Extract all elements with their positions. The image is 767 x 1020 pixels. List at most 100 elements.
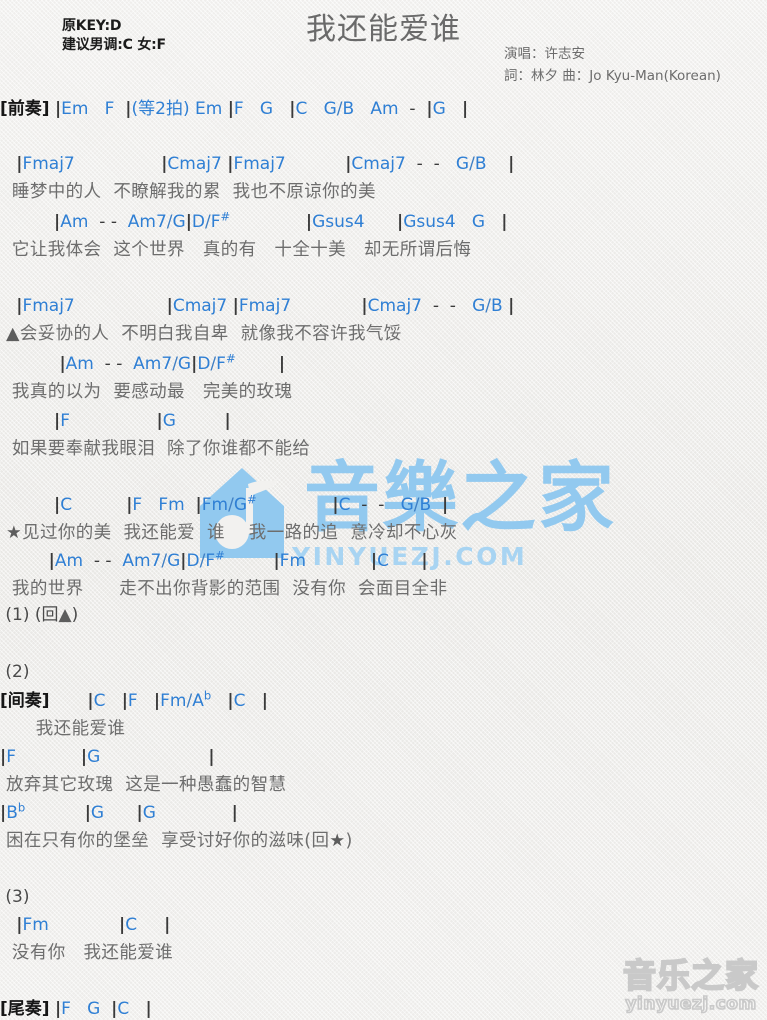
chord-line: |F |G | — [54, 411, 231, 431]
measure-bar: | — [126, 495, 133, 515]
lyric-line: 困在只有你的堡垒 享受讨好你的滋味(回★) — [0, 831, 353, 851]
lyric-line: 如果要奉献我眼泪 除了你谁都不能给 — [0, 439, 311, 459]
repeat-marker-icon: ★ — [5, 523, 23, 543]
measure-bar: | — [227, 154, 234, 174]
beat-dash: - — [104, 354, 111, 374]
measure-bar: | — [278, 354, 286, 374]
measure-bar: | — [361, 296, 368, 316]
chord-sheet: 原KEY:D 建议男调:C 女:F 我还能爱谁 演唱：许志安 詞：林夕 曲：Jo… — [0, 0, 767, 1020]
measure-bar: | — [227, 691, 234, 711]
measure-bar: | — [227, 99, 234, 119]
section-label: [间奏] — [0, 691, 50, 711]
measure-bar: | — [397, 212, 404, 232]
slash-chord-divider: / — [166, 212, 173, 232]
measure-bar: | — [54, 411, 61, 431]
measure-bar: | — [80, 747, 88, 767]
chord-line: |Fmaj7 |Cmaj7 |Fmaj7 |Cmaj7 - - G/B | — [16, 154, 515, 174]
measure-bar: | — [191, 354, 198, 374]
repeat-marker-icon: ▲ — [58, 605, 72, 625]
measure-bar: | — [273, 551, 280, 571]
measure-bar: | — [426, 99, 433, 119]
measure-bar: | — [0, 803, 7, 823]
chord-line: |Fmaj7 |Cmaj7 |Fmaj7 |Cmaj7 - - G/B | — [16, 296, 515, 316]
measure-bar: | — [180, 551, 187, 571]
measure-bar: | — [231, 803, 238, 823]
measure-bar: | — [161, 154, 168, 174]
beat-dash: - — [433, 154, 440, 174]
measure-bar: | — [54, 495, 61, 515]
chord-line: |Fm |C | — [16, 915, 171, 935]
measure-bar: | — [136, 803, 143, 823]
lyric-line: 它让我体会 这个世界 真的有 十全十美 却无所谓后悔 — [0, 240, 472, 260]
chord-line: |Am - - Am7/G|D/F# |Fm |C | — [48, 548, 428, 571]
measure-bar: | — [224, 411, 231, 431]
measure-bar: | — [461, 99, 469, 119]
chord-line: |Am - - Am7/G|D/F# | — [59, 351, 286, 374]
chord-line: |Am - - Am7/G|D/F# |Gsus4 |Gsus4 G | — [54, 209, 508, 232]
section-label: [前奏] — [0, 99, 50, 119]
sharp-accidental: # — [215, 548, 225, 563]
measure-bar: | — [16, 296, 23, 316]
measure-bar: | — [261, 691, 268, 711]
measure-bar: | — [370, 551, 378, 571]
measure-bar: | — [54, 99, 62, 119]
beat-dash: - — [449, 296, 456, 316]
measure-bar: | — [166, 296, 173, 316]
measure-bar: | — [0, 747, 7, 767]
measure-bar: | — [305, 212, 313, 232]
writer-credit: 詞：林夕 曲：Jo Kyu-Man(Korean) — [504, 68, 721, 84]
measure-bar: | — [195, 495, 202, 515]
chord-line: [间奏] |C |F |Fm/Ab |C | — [0, 688, 268, 711]
slash-chord-divider: / — [413, 495, 420, 515]
measure-bar: | — [232, 296, 239, 316]
measure-bar: | — [332, 495, 339, 515]
beat-dash: - — [99, 212, 106, 232]
flat-accidental: b — [203, 688, 212, 703]
measure-bar: | — [48, 551, 55, 571]
sharp-accidental: # — [220, 209, 231, 224]
measure-bar: | — [153, 691, 161, 711]
beat-dash: - — [432, 296, 439, 316]
chord-line: |C |F Fm |Fm/G# |C - - G/B | — [54, 492, 449, 515]
lyric-line: 睡梦中的人 不瞭解我的累 我也不原谅你的美 — [0, 182, 376, 202]
beat-dash: - — [409, 99, 416, 119]
measure-bar: | — [185, 212, 192, 232]
beat-dash: - — [378, 495, 385, 515]
measure-bar: | — [145, 999, 152, 1019]
measure-bar: | — [208, 747, 215, 767]
measure-bar: | — [125, 99, 132, 119]
lyric-line: ▲会妥协的人 不明白我自卑 就像我不容许我气馁 — [5, 324, 402, 344]
section-label: [尾奏] — [0, 999, 50, 1019]
beat-dash: - — [361, 495, 368, 515]
lyric-line: 放弃其它玫瑰 这是一种愚蠢的智慧 — [0, 775, 287, 795]
sharp-accidental: # — [247, 492, 257, 507]
singer-credit: 演唱：许志安 — [504, 46, 585, 62]
structure-marker: (3) — [0, 887, 30, 907]
measure-bar: | — [164, 915, 171, 935]
slash-chord-divider: / — [469, 154, 475, 174]
beat-dash: - — [110, 212, 117, 232]
repeat-marker-icon: ▲ — [5, 324, 20, 344]
measure-bar: | — [84, 803, 91, 823]
measure-bar: | — [441, 495, 449, 515]
repeat-marker-icon: ★ — [329, 831, 346, 851]
slash-chord-divider: / — [210, 354, 217, 374]
slash-chord-divider: / — [186, 691, 193, 711]
chord-line: [前奏] |Em F |(等2拍) Em |F G |C G/B Am - |G… — [0, 99, 469, 119]
structure-marker: (1) (回▲) — [0, 605, 79, 625]
beat-dash: - — [116, 354, 123, 374]
lyric-line: 没有你 我还能爱谁 — [0, 943, 174, 963]
slash-chord-divider: / — [485, 296, 492, 316]
measure-bar: | — [59, 354, 66, 374]
measure-bar: | — [156, 411, 163, 431]
measure-bar: | — [16, 915, 23, 935]
measure-bar: | — [508, 154, 515, 174]
flat-accidental: b — [17, 800, 26, 815]
measure-bar: | — [16, 154, 23, 174]
beat-dash: - — [416, 154, 423, 174]
measure-bar: | — [508, 296, 515, 316]
lyric-line: 我还能爱谁 — [0, 719, 126, 739]
chord-line: |Bb |G |G | — [0, 800, 238, 823]
credits: 演唱：许志安 詞：林夕 曲：Jo Kyu-Man(Korean) — [504, 43, 721, 87]
measure-bar: | — [54, 212, 61, 232]
